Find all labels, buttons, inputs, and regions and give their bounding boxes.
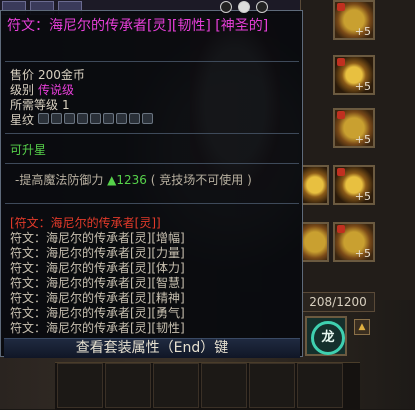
item-title: 符文：海尼尔的传承者[灵][韧性] [神圣的] bbox=[7, 18, 269, 34]
item-tooltip: 符文：海尼尔的传承者[灵][韧性] [神圣的] 售价 200金币 级别 传说级 所需… bbox=[0, 1, 303, 358]
divider bbox=[5, 61, 299, 62]
dragon-icon: 龙 bbox=[311, 321, 345, 355]
star-slot-icon bbox=[90, 113, 102, 124]
divider bbox=[5, 203, 299, 204]
star-slot-icon bbox=[116, 113, 128, 124]
star-row: 星纹 bbox=[10, 113, 155, 128]
scroll-up-button[interactable]: ▲ bbox=[354, 319, 370, 335]
inventory-slot[interactable] bbox=[301, 222, 329, 262]
enhance-label: +5 bbox=[354, 80, 371, 93]
set-header: [符文：海尼尔的传承者[灵]] bbox=[10, 216, 161, 230]
lock-icon bbox=[337, 58, 345, 66]
inventory-cell[interactable] bbox=[153, 363, 199, 408]
stat-value: ▲1236 bbox=[107, 173, 147, 187]
inventory-cell[interactable] bbox=[57, 363, 103, 408]
rune-slot[interactable]: +5 bbox=[333, 108, 375, 148]
star-slot-icon bbox=[77, 113, 89, 124]
price-row: 售价 200金币 bbox=[10, 68, 85, 83]
inventory-cell[interactable] bbox=[297, 363, 343, 408]
rune-slot[interactable]: +5 bbox=[333, 55, 375, 95]
enhance-label: +5 bbox=[354, 247, 371, 260]
star-label: 星纹 bbox=[10, 113, 35, 127]
inventory-cell[interactable] bbox=[201, 363, 247, 408]
rune-slot[interactable]: +5 bbox=[333, 0, 375, 40]
socket-icon bbox=[220, 1, 232, 13]
set-item: 符文：海尼尔的传承者[灵][韧性] bbox=[10, 321, 185, 335]
inventory-grid bbox=[55, 362, 360, 410]
inventory-slot[interactable] bbox=[301, 165, 329, 205]
lock-icon bbox=[337, 111, 345, 119]
enhance-label: +5 bbox=[354, 133, 371, 146]
set-item: 符文：海尼尔的传承者[灵][智慧] bbox=[10, 276, 185, 290]
star-slot-icon bbox=[103, 113, 115, 124]
inventory-cell[interactable] bbox=[105, 363, 151, 408]
socket-icon bbox=[256, 1, 268, 13]
price-value: 200金币 bbox=[38, 68, 85, 82]
divider bbox=[5, 163, 299, 164]
rune-slot[interactable]: +5 bbox=[333, 222, 375, 262]
dragon-emblem-button[interactable]: 龙 bbox=[305, 316, 347, 356]
rune-slot[interactable]: +5 bbox=[333, 165, 375, 205]
set-item: 符文：海尼尔的传承者[灵][力量] bbox=[10, 246, 185, 260]
lock-icon bbox=[337, 225, 345, 233]
star-slot-icon bbox=[142, 113, 154, 124]
view-set-attributes-hint: 查看套装属性（End）键 bbox=[4, 338, 300, 358]
level-row: 所需等级 1 bbox=[10, 98, 70, 113]
socket-indicators bbox=[214, 1, 304, 15]
lock-icon bbox=[337, 168, 345, 176]
level-label: 所需等级 bbox=[10, 98, 59, 112]
grade-row: 级别 传说级 bbox=[10, 83, 74, 98]
lock-icon bbox=[337, 3, 345, 11]
star-slots bbox=[38, 113, 155, 128]
stat-label: -提高魔法防御力 bbox=[15, 173, 104, 187]
set-item: 符文：海尼尔的传承者[灵][体力] bbox=[10, 261, 185, 275]
set-item: 符文：海尼尔的传承者[灵][增幅] bbox=[10, 231, 185, 245]
star-slot-icon bbox=[129, 113, 141, 124]
level-value: 1 bbox=[62, 98, 70, 112]
inventory-capacity: 208/1200 bbox=[301, 292, 375, 312]
set-item: 符文：海尼尔的传承者[灵][勇气] bbox=[10, 306, 185, 320]
enhance-label: +5 bbox=[354, 25, 371, 38]
price-label: 售价 bbox=[10, 68, 35, 82]
divider bbox=[5, 133, 299, 134]
enhance-label: +5 bbox=[354, 190, 371, 203]
grade-label: 级别 bbox=[10, 83, 35, 97]
stat-note: ( 竞技场不可使用 ) bbox=[150, 173, 252, 187]
inventory-cell[interactable] bbox=[249, 363, 295, 408]
star-slot-icon bbox=[38, 113, 50, 124]
stat-row: -提高魔法防御力 ▲1236 ( 竞技场不可使用 ) bbox=[15, 173, 252, 188]
grade-value: 传说级 bbox=[38, 83, 75, 97]
star-slot-icon bbox=[51, 113, 63, 124]
socket-icon bbox=[238, 1, 250, 13]
set-item: 符文：海尼尔的传承者[灵][精神] bbox=[10, 291, 185, 305]
star-slot-icon bbox=[64, 113, 76, 124]
equipment-panel: +5 +5 +5 +5 +5 bbox=[300, 0, 415, 300]
upgradable-text: 可升星 bbox=[10, 143, 47, 157]
